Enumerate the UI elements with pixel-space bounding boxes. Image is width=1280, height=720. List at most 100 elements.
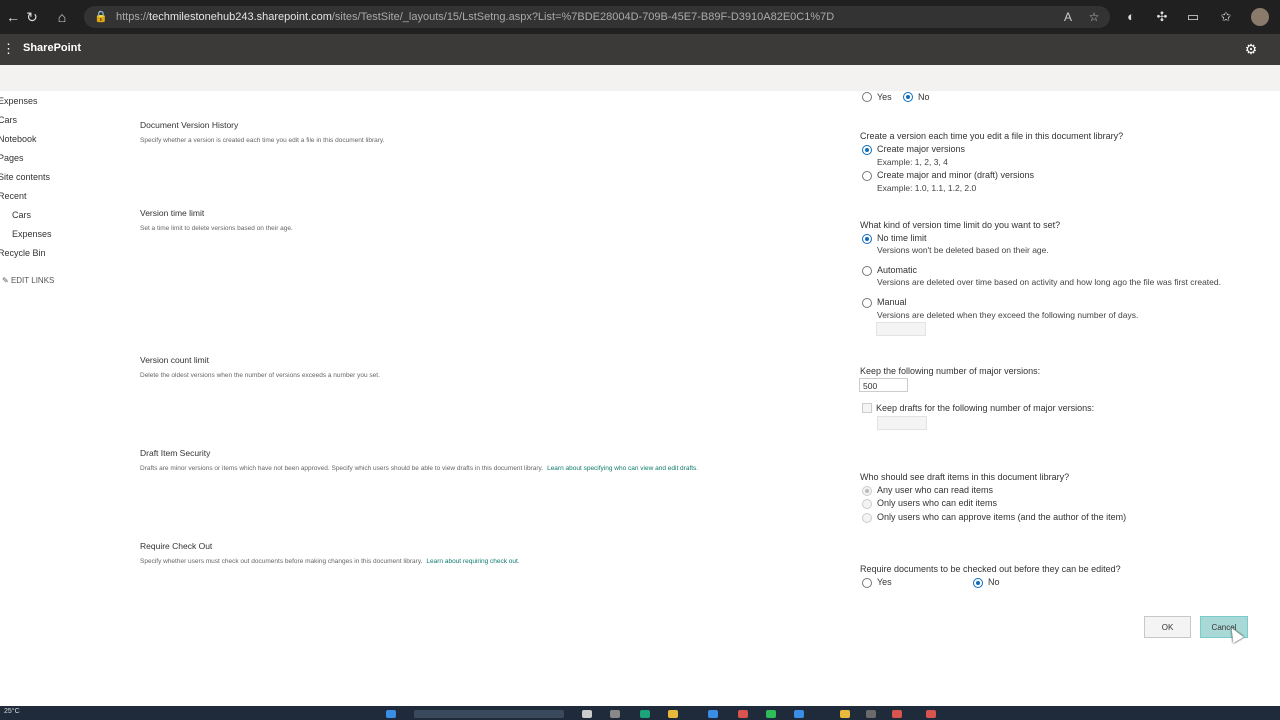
- taskbar-app-icon-2[interactable]: [708, 710, 718, 718]
- nav-item-cars[interactable]: Cars: [0, 115, 17, 125]
- checkout-no-radio[interactable]: [973, 578, 983, 588]
- weather-widget[interactable]: 25°C: [4, 708, 20, 715]
- read-aloud-icon[interactable]: A: [1060, 9, 1076, 25]
- no-time-limit-label: No time limit: [877, 233, 927, 243]
- major-versions-example: Example: 1, 2, 3, 4: [877, 157, 948, 167]
- browser-toolbar: ← ↻ ⌂ 🔒 https://techmilestonehub243.shar…: [0, 0, 1280, 34]
- major-versions-label: Create major versions: [877, 144, 966, 154]
- manual-label: Manual: [877, 297, 907, 307]
- pencil-icon: ✎: [2, 276, 9, 285]
- nav-item-recent-cars[interactable]: Cars: [12, 210, 31, 220]
- checkout-desc-text: Specify whether users must check out doc…: [140, 558, 423, 565]
- users-edit-radio[interactable]: [862, 499, 872, 509]
- automatic-label: Automatic: [877, 265, 918, 275]
- any-user-read-radio[interactable]: [862, 486, 872, 496]
- time-limit-title: Version time limit: [140, 208, 205, 218]
- checkout-title: Require Check Out: [140, 541, 213, 551]
- app-launcher-icon[interactable]: ⋮: [2, 42, 15, 56]
- split-screen-icon[interactable]: ▭: [1184, 8, 1202, 26]
- manual-desc: Versions are deleted when they exceed th…: [877, 310, 1139, 320]
- draft-security-desc-text: Drafts are minor versions or items which…: [140, 465, 544, 472]
- taskbar-app-icon-4[interactable]: [794, 710, 804, 718]
- time-limit-desc: Set a time limit to delete versions base…: [140, 225, 293, 232]
- major-versions-count-label: Keep the following number of major versi…: [860, 366, 1041, 376]
- minor-versions-label: Create major and minor (draft) versions: [877, 170, 1035, 180]
- top-yes-radio[interactable]: [862, 92, 872, 102]
- checkout-no-label: No: [988, 577, 1000, 587]
- edit-links-label: EDIT LINKS: [10, 276, 55, 285]
- keep-drafts-checkbox[interactable]: [862, 403, 872, 413]
- home-icon[interactable]: ⌂: [53, 8, 71, 26]
- taskbar-app-icon-3[interactable]: [738, 710, 748, 718]
- taskbar-app-icon-6[interactable]: [866, 710, 876, 718]
- header-band: [0, 65, 1280, 91]
- top-yes-label: Yes: [877, 92, 892, 102]
- draft-security-desc: Drafts are minor versions or items which…: [140, 465, 698, 472]
- taskbar-app-icon[interactable]: [610, 710, 620, 718]
- no-time-limit-desc: Versions won't be deleted based on their…: [877, 245, 1049, 255]
- users-edit-label: Only users who can edit items: [877, 498, 998, 508]
- time-limit-question: What kind of version time limit do you w…: [860, 220, 1061, 230]
- version-history-title: Document Version History: [140, 120, 239, 130]
- minor-versions-example: Example: 1.0, 1.1, 1.2, 2.0: [877, 183, 977, 193]
- manual-days-input[interactable]: [876, 322, 926, 336]
- draft-security-question: Who should see draft items in this docum…: [860, 472, 1070, 482]
- draft-security-learn-link[interactable]: Learn about specifying who can view and …: [547, 465, 698, 472]
- brand-name[interactable]: SharePoint: [23, 42, 81, 54]
- keep-drafts-input[interactable]: [877, 416, 927, 430]
- automatic-desc: Versions are deleted over time based on …: [877, 277, 1221, 287]
- checkout-desc: Specify whether users must check out doc…: [140, 558, 520, 565]
- os-taskbar: 25°C: [0, 706, 1280, 720]
- no-time-limit-radio[interactable]: [862, 234, 872, 244]
- nav-item-recycle-bin[interactable]: Recycle Bin: [0, 248, 46, 258]
- major-versions-radio[interactable]: [862, 145, 872, 155]
- refresh-icon[interactable]: ↻: [23, 8, 41, 26]
- minor-versions-radio[interactable]: [862, 171, 872, 181]
- ok-button[interactable]: OK: [1144, 616, 1191, 638]
- start-icon[interactable]: [386, 710, 396, 718]
- profile-avatar[interactable]: [1251, 8, 1269, 26]
- any-user-read-label: Any user who can read items: [877, 485, 994, 495]
- major-versions-count-input[interactable]: 500: [859, 378, 908, 392]
- file-explorer-icon[interactable]: [668, 710, 678, 718]
- extensions-puzzle-icon[interactable]: ✣: [1153, 8, 1171, 26]
- version-history-question: Create a version each time you edit a fi…: [860, 131, 1124, 141]
- draft-security-title: Draft Item Security: [140, 448, 211, 458]
- top-no-label: No: [918, 92, 930, 102]
- favorite-star-icon[interactable]: ☆: [1086, 9, 1102, 25]
- version-history-desc: Specify whether a version is created eac…: [140, 137, 385, 144]
- checkout-yes-radio[interactable]: [862, 578, 872, 588]
- lock-icon: 🔒: [94, 11, 108, 23]
- gear-icon[interactable]: ⚙: [1242, 40, 1260, 58]
- whatsapp-icon[interactable]: [766, 710, 776, 718]
- favorites-icon[interactable]: ✩: [1217, 8, 1235, 26]
- checkout-yes-label: Yes: [877, 577, 892, 587]
- nav-item-pages[interactable]: Pages: [0, 153, 24, 163]
- checkout-question: Require documents to be checked out befo…: [860, 564, 1121, 574]
- checkout-learn-link[interactable]: Learn about requiring check out.: [426, 558, 519, 565]
- count-limit-desc: Delete the oldest versions when the numb…: [140, 372, 380, 379]
- nav-item-expenses[interactable]: Expenses: [0, 96, 38, 106]
- automatic-radio[interactable]: [862, 266, 872, 276]
- address-bar[interactable]: 🔒 https://techmilestonehub243.sharepoint…: [84, 6, 1110, 28]
- task-view-icon[interactable]: [582, 710, 592, 718]
- users-approve-label: Only users who can approve items (and th…: [877, 512, 1127, 522]
- taskbar-app-icon-8[interactable]: [926, 710, 936, 718]
- taskbar-app-icon-5[interactable]: [840, 710, 850, 718]
- users-approve-radio[interactable]: [862, 513, 872, 523]
- back-icon[interactable]: ←: [4, 8, 22, 26]
- edit-links-button[interactable]: ✎ EDIT LINKS: [2, 276, 54, 285]
- nav-item-recent[interactable]: Recent: [0, 191, 27, 201]
- manual-radio[interactable]: [862, 298, 872, 308]
- taskbar-search-box[interactable]: [414, 710, 564, 718]
- url-text: https://techmilestonehub243.sharepoint.c…: [116, 11, 835, 23]
- suite-bar: ⋮ SharePoint ⚙: [0, 34, 1280, 65]
- edge-browser-icon[interactable]: [640, 710, 650, 718]
- top-no-radio[interactable]: [903, 92, 913, 102]
- nav-item-notebook[interactable]: Notebook: [0, 134, 37, 144]
- taskbar-app-icon-7[interactable]: [892, 710, 902, 718]
- count-limit-title: Version count limit: [140, 355, 209, 365]
- extension-icon[interactable]: ◐: [1122, 8, 1140, 26]
- nav-item-recent-expenses[interactable]: Expenses: [12, 229, 52, 239]
- nav-item-site-contents[interactable]: Site contents: [0, 172, 50, 182]
